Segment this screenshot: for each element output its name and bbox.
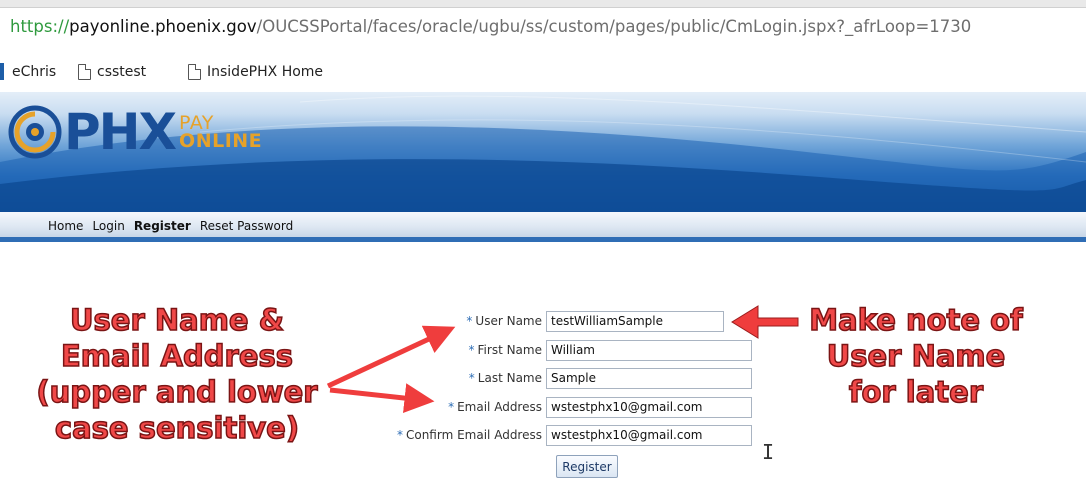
annotation-right: Make note of User Name for later (798, 302, 1034, 410)
annotation-line: Email Address (60, 338, 294, 374)
annotation-line: for later (848, 374, 984, 410)
arrow-to-user-name-icon (326, 325, 456, 389)
annotation-line: User Name & (69, 302, 285, 338)
annotation-line: case sensitive) (54, 410, 300, 446)
annotation-line: Make note of (809, 302, 1024, 338)
annotation-line: (upper and lower (36, 374, 319, 410)
arrow-from-note-icon (731, 305, 799, 339)
arrow-to-email-icon (329, 383, 435, 414)
annotation-left: User Name & Email Address (upper and low… (16, 302, 338, 446)
annotation-line: User Name (826, 338, 1006, 374)
